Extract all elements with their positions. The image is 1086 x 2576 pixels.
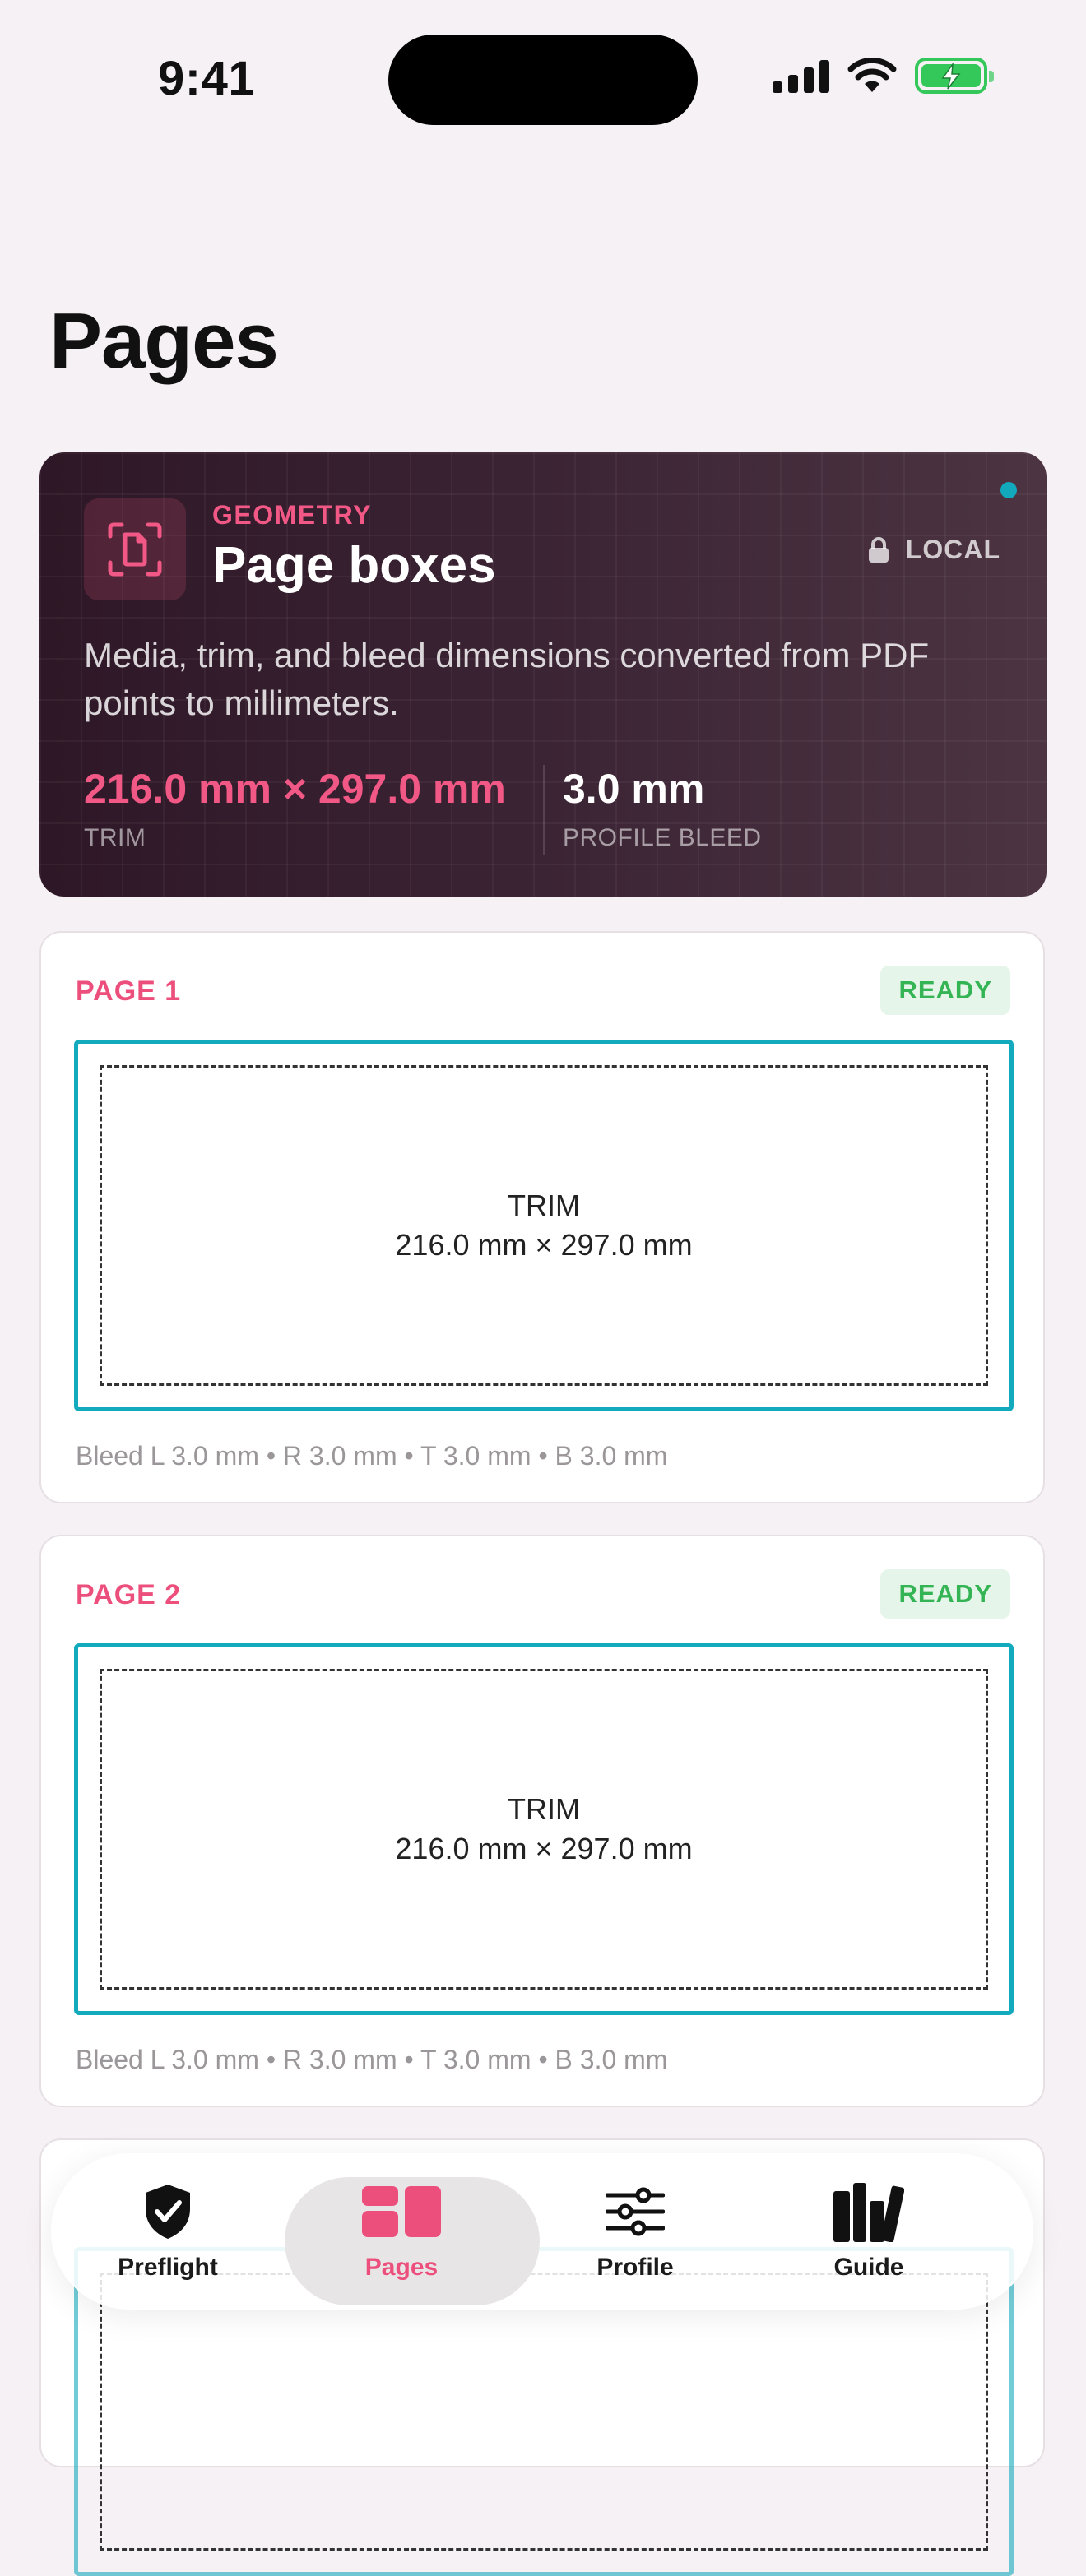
tab-preflight[interactable]: Preflight: [51, 2167, 285, 2296]
status-badge: READY: [880, 1569, 1010, 1619]
trim-title: TRIM: [508, 1188, 580, 1222]
status-dot: [1000, 482, 1017, 498]
cellular-signal-icon: [773, 58, 829, 93]
status-icons: [773, 58, 994, 94]
page-label: PAGE 2: [76, 1579, 182, 1610]
local-badge: LOCAL: [868, 535, 1000, 565]
document-scan-icon: [84, 498, 186, 600]
trim-dimensions: 216.0 mm × 297.0 mm: [395, 1832, 693, 1865]
bleed-metric: 3.0 mm PROFILE BLEED: [563, 765, 762, 852]
tab-guide[interactable]: Guide: [752, 2167, 986, 2296]
trim-dimensions: 216.0 mm × 297.0 mm: [395, 1228, 693, 1262]
pages-grid-icon: [362, 2181, 441, 2242]
tab-label: Pages: [364, 2254, 439, 2281]
page-title: Pages: [49, 297, 279, 385]
wifi-icon: [847, 58, 897, 92]
bleed-label: PROFILE BLEED: [563, 824, 762, 851]
trim-box: TRIM 216.0 mm × 297.0 mm: [100, 1065, 988, 1386]
lock-icon: [868, 536, 889, 563]
hero-eyebrow: GEOMETRY: [212, 500, 372, 530]
hero-description: Media, trim, and bleed dimensions conver…: [84, 636, 930, 722]
bleed-box: TRIM 216.0 mm × 297.0 mm: [74, 1643, 1014, 2015]
battery-icon: [915, 58, 994, 94]
trim-title: TRIM: [508, 1792, 580, 1826]
page-card[interactable]: PAGE 1 READY TRIM 216.0 mm × 297.0 mm Bl…: [39, 931, 1045, 1503]
page-boxes-summary-card: GEOMETRY Page boxes LOCAL Media, trim, a…: [39, 452, 1047, 897]
bleed-summary: Bleed L 3.0 mm • R 3.0 mm • T 3.0 mm • B…: [76, 2045, 668, 2074]
page-card[interactable]: PAGE 2 READY TRIM 216.0 mm × 297.0 mm Bl…: [39, 1535, 1045, 2107]
tab-pages[interactable]: Pages: [285, 2167, 540, 2305]
books-icon: [833, 2181, 904, 2242]
page-label: PAGE 1: [76, 975, 182, 1007]
tab-profile[interactable]: Profile: [518, 2167, 752, 2296]
tab-label: Guide: [833, 2254, 904, 2281]
tab-label: Preflight: [118, 2254, 218, 2281]
tab-label: Profile: [596, 2254, 674, 2281]
bleed-box: TRIM 216.0 mm × 297.0 mm: [74, 1040, 1014, 1411]
hero-title: Page boxes: [212, 537, 496, 594]
bleed-summary: Bleed L 3.0 mm • R 3.0 mm • T 3.0 mm • B…: [76, 1441, 668, 1471]
tab-bar: Preflight Pages Profile Guide: [51, 2153, 1033, 2310]
trim-box: [100, 2273, 988, 2551]
local-label: LOCAL: [905, 535, 1000, 564]
dynamic-island: [388, 35, 698, 125]
shield-check-icon: [142, 2181, 193, 2242]
trim-value: 216.0 mm × 297.0 mm: [84, 766, 506, 812]
sliders-icon: [606, 2181, 665, 2242]
metric-divider: [543, 765, 545, 855]
trim-label: TRIM: [84, 824, 146, 851]
bleed-value: 3.0 mm: [563, 766, 705, 812]
trim-box: TRIM 216.0 mm × 297.0 mm: [100, 1669, 988, 1990]
status-time: 9:41: [158, 52, 256, 105]
trim-metric: 216.0 mm × 297.0 mm TRIM: [84, 765, 506, 852]
status-badge: READY: [880, 966, 1010, 1015]
